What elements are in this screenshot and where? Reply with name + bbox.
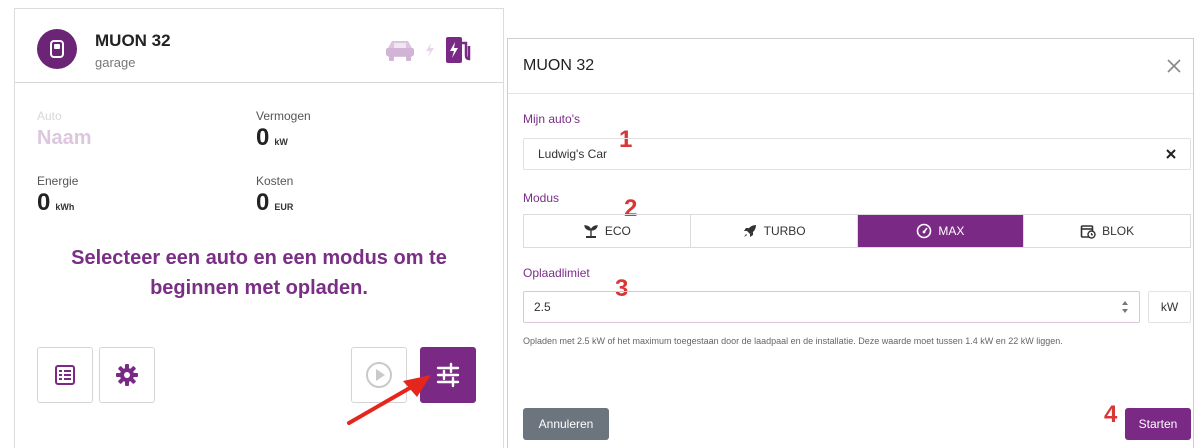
mode-max-label: MAX xyxy=(938,224,965,238)
rocket-icon xyxy=(743,225,756,237)
charge-limit-value: 2.5 xyxy=(534,300,551,314)
bolt-icon xyxy=(426,43,434,57)
stat-power-value: 0 xyxy=(256,124,270,151)
limit-unit: kW xyxy=(1148,291,1191,323)
stat-energy-label: Energie xyxy=(37,174,79,188)
card-header: MUON 32 garage xyxy=(15,9,503,83)
modal-divider xyxy=(508,93,1193,94)
list-icon xyxy=(55,365,75,385)
mode-turbo-label: TURBO xyxy=(763,224,806,238)
mode-blok[interactable]: BLOK xyxy=(1024,215,1190,247)
charger-card: MUON 32 garage Auto Naam Vermogen 0 kW E… xyxy=(14,8,504,448)
mode-label: Modus xyxy=(523,191,560,205)
limit-help-text: Opladen met 2.5 kW of het maximum toeges… xyxy=(523,336,1063,346)
stat-cost: Kosten 0 EUR xyxy=(256,174,293,218)
mode-eco[interactable]: ECO xyxy=(524,215,691,247)
mode-turbo[interactable]: TURBO xyxy=(691,215,858,247)
charger-icon xyxy=(50,40,64,58)
station-location: garage xyxy=(95,55,136,70)
mode-selector: ECO TURBO MAX BLOK xyxy=(523,214,1191,248)
charge-modal: MUON 32 Mijn auto's 1 Ludwig's Car Modus… xyxy=(507,38,1194,448)
car-icon xyxy=(386,41,414,61)
eco-plant-icon xyxy=(583,225,598,238)
stat-power-unit: kW xyxy=(274,137,288,147)
station-name: MUON 32 xyxy=(95,31,171,50)
start-button[interactable]: Starten xyxy=(1125,408,1191,440)
gear-icon xyxy=(116,364,138,386)
stat-power-label: Vermogen xyxy=(256,109,311,123)
cars-label: Mijn auto's xyxy=(523,112,580,126)
stat-cost-value: 0 xyxy=(256,189,270,216)
car-select-value: Ludwig's Car xyxy=(538,147,607,161)
charge-limit-input[interactable]: 2.5 xyxy=(523,291,1140,323)
clear-icon[interactable] xyxy=(1164,147,1178,161)
modal-title: MUON 32 xyxy=(523,57,595,74)
mode-blok-label: BLOK xyxy=(1102,224,1135,238)
sliders-icon xyxy=(436,362,460,388)
close-button[interactable] xyxy=(1163,55,1185,77)
settings-button[interactable] xyxy=(99,347,155,403)
stat-cost-label: Kosten xyxy=(256,174,294,188)
car-select[interactable]: Ludwig's Car xyxy=(523,138,1191,170)
stat-auto-label: Auto xyxy=(37,109,62,123)
stat-energy: Energie 0 kWh xyxy=(37,174,78,218)
gauge-icon xyxy=(917,223,932,239)
start-prompt: Selecteer een auto en een modus om te be… xyxy=(71,247,447,299)
stat-cost-unit: EUR xyxy=(274,202,294,212)
stat-auto-value: Naam xyxy=(37,127,92,149)
stat-energy-unit: kWh xyxy=(55,202,75,212)
calendar-icon xyxy=(1080,225,1096,239)
sessions-list-button[interactable] xyxy=(37,347,93,403)
stepper-icon[interactable] xyxy=(1121,297,1129,317)
connection-status xyxy=(383,35,473,65)
stat-power: Vermogen 0 kW xyxy=(256,109,311,153)
close-icon xyxy=(1167,59,1181,73)
limit-label: Oplaadlimiet xyxy=(523,266,590,280)
stat-auto: Auto Naam xyxy=(37,109,91,153)
annotation-arrow xyxy=(347,375,431,425)
mode-eco-label: ECO xyxy=(604,224,631,238)
stat-energy-value: 0 xyxy=(37,189,51,216)
mode-max[interactable]: MAX xyxy=(857,215,1025,247)
charger-avatar xyxy=(37,29,77,69)
cancel-button[interactable]: Annuleren xyxy=(523,408,609,440)
ev-charger-icon xyxy=(446,37,471,63)
annotation-4: 4 xyxy=(1104,401,1118,428)
